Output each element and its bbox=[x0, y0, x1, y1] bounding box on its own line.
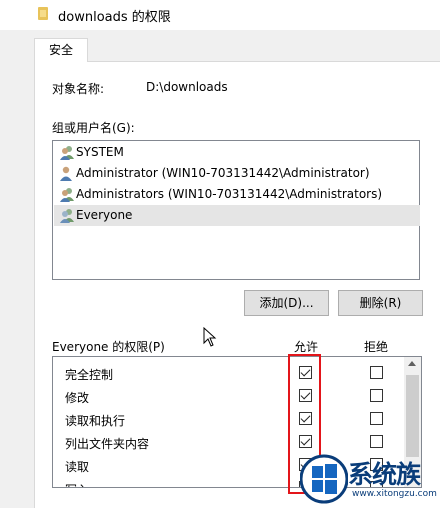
user-list[interactable]: SYSTEM Administrator (WIN10-703131442\Ad… bbox=[52, 140, 420, 280]
user-name: Administrator (WIN10-703131442\Administr… bbox=[76, 166, 370, 180]
users-icon bbox=[60, 209, 74, 223]
object-name-value: D:\downloads bbox=[146, 80, 228, 94]
permission-name: 读取和执行 bbox=[65, 414, 126, 428]
permissions-label: Everyone 的权限(P) bbox=[52, 340, 165, 354]
object-name-label: 对象名称: bbox=[52, 82, 105, 96]
add-button[interactable]: 添加(D)... bbox=[244, 290, 329, 316]
allow-header: 允许 bbox=[294, 340, 319, 354]
permission-name: 写入 bbox=[65, 481, 89, 487]
deny-checkbox[interactable] bbox=[370, 412, 383, 425]
users-icon bbox=[60, 188, 74, 202]
permission-name: 列出文件夹内容 bbox=[65, 437, 150, 451]
mouse-cursor-icon bbox=[203, 327, 217, 347]
deny-checkbox[interactable] bbox=[370, 389, 383, 402]
permission-row: 修改 bbox=[53, 385, 405, 408]
permission-row: 读取和执行 bbox=[53, 408, 405, 431]
permission-row: 列出文件夹内容 bbox=[53, 431, 405, 454]
title-bar: downloads 的权限 bbox=[0, 0, 440, 30]
scroll-up-arrow-icon[interactable] bbox=[408, 361, 416, 366]
user-icon bbox=[60, 166, 72, 181]
watermark-url: www.xitongzu.com bbox=[352, 489, 437, 499]
users-icon bbox=[60, 146, 74, 160]
deny-header: 拒绝 bbox=[364, 340, 389, 354]
user-row-administrator[interactable]: Administrator (WIN10-703131442\Administr… bbox=[54, 163, 420, 184]
permission-name: 读取 bbox=[65, 460, 90, 474]
deny-checkbox[interactable] bbox=[370, 366, 383, 379]
user-name: Administrators (WIN10-703131442\Administ… bbox=[76, 187, 383, 201]
permission-row: 完全控制 bbox=[53, 362, 405, 385]
deny-checkbox[interactable] bbox=[370, 435, 383, 448]
permission-name: 完全控制 bbox=[65, 368, 114, 382]
window-title: downloads 的权限 bbox=[58, 10, 171, 25]
scroll-thumb[interactable] bbox=[406, 375, 419, 457]
user-name: SYSTEM bbox=[76, 145, 124, 159]
user-row-everyone[interactable]: Everyone bbox=[54, 205, 420, 226]
watermark-text: 系统族 bbox=[348, 460, 421, 489]
user-row-administrators[interactable]: Administrators (WIN10-703131442\Administ… bbox=[54, 184, 420, 205]
watermark: 系统族 www.xitongzu.com bbox=[298, 453, 440, 508]
user-name: Everyone bbox=[76, 208, 133, 222]
windows-logo-icon bbox=[300, 454, 348, 504]
user-row-system[interactable]: SYSTEM bbox=[54, 142, 420, 163]
folder-icon bbox=[38, 7, 48, 20]
groups-label: 组或用户名(G): bbox=[52, 121, 135, 135]
remove-button[interactable]: 删除(R) bbox=[338, 290, 423, 316]
tab-security[interactable]: 安全 bbox=[34, 38, 88, 62]
permission-name: 修改 bbox=[65, 391, 90, 405]
